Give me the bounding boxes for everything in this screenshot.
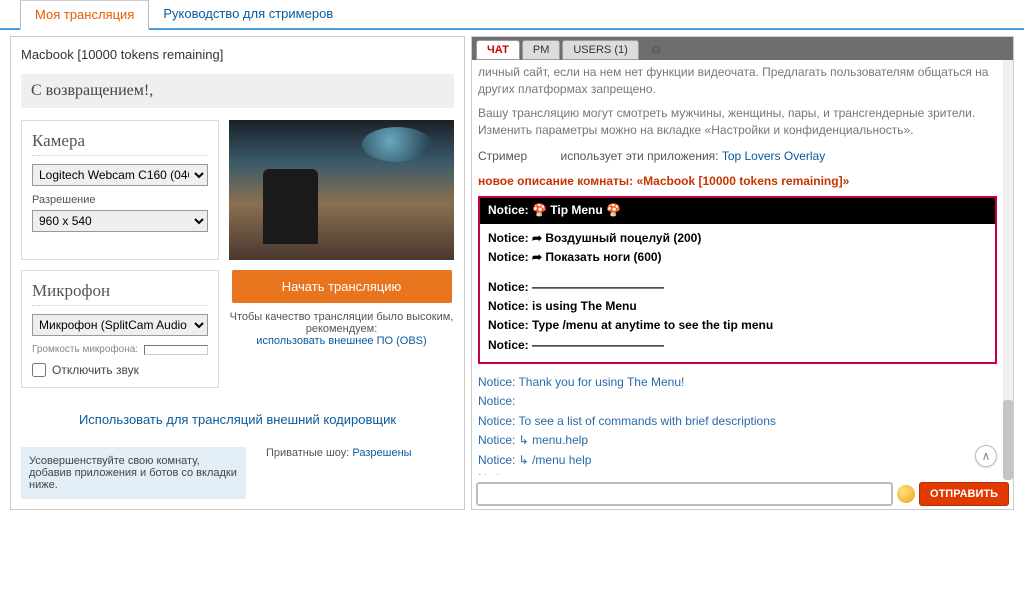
camera-controls: Камера Logitech Webcam C160 (046 Разреше… (21, 120, 219, 260)
menu-notice-block: Notice: Thank you for using The Menu! No… (478, 374, 997, 475)
chat-input[interactable] (476, 482, 893, 506)
microphone-source-select[interactable]: Микрофон (SplitCam Audio M (32, 314, 208, 336)
chat-panel: ЧАТ PM USERS (1) ⚙ личный сайт, если на … (471, 36, 1014, 510)
resolution-select[interactable]: 960 x 540 (32, 210, 208, 232)
mute-checkbox[interactable] (32, 363, 46, 377)
tip-menu-sep: Notice: ——————————— (488, 279, 987, 296)
mute-label: Отключить звук (52, 363, 139, 377)
start-broadcast-button[interactable]: Начать трансляцию (232, 270, 452, 303)
app-link[interactable]: Top Lovers Overlay (722, 149, 825, 163)
chat-tab-bar: ЧАТ PM USERS (1) ⚙ (472, 37, 1013, 60)
gear-icon[interactable]: ⚙ (645, 41, 668, 59)
chat-tab-chat[interactable]: ЧАТ (476, 40, 520, 60)
tip-menu-header: Notice: 🍄 Tip Menu 🍄 (480, 198, 995, 223)
microphone-controls: Микрофон Микрофон (SplitCam Audio M Гром… (21, 270, 219, 388)
tab-streamer-guide[interactable]: Руководство для стримеров (149, 0, 347, 28)
broadcast-panel: Macbook [10000 tokens remaining] С возвр… (10, 36, 465, 510)
mic-volume-label: Громкость микрофона: (32, 344, 138, 355)
tip-menu-box: Notice: 🍄 Tip Menu 🍄 Notice: ➦ Воздушный… (478, 196, 997, 364)
room-description-update: новое описание комнаты: «Macbook [10000 … (478, 173, 997, 190)
system-notice: личный сайт, если на нем нет функции вид… (478, 64, 997, 99)
chat-input-row: ОТПРАВИТЬ (472, 479, 1013, 509)
chat-tab-users[interactable]: USERS (1) (562, 40, 638, 60)
camera-source-select[interactable]: Logitech Webcam C160 (046 (32, 164, 208, 186)
scrollbar-thumb[interactable] (1003, 400, 1013, 480)
emoji-icon[interactable] (897, 485, 915, 503)
chat-tab-pm[interactable]: PM (522, 40, 561, 60)
system-notice: Вашу трансляцию могут смотреть мужчины, … (478, 105, 997, 140)
welcome-message: С возвращением!, (21, 74, 454, 108)
mic-volume-slider[interactable] (144, 345, 208, 355)
tip-menu-using: Notice: is using The Menu (488, 298, 987, 315)
apps-line: Стример использует эти приложения: Top L… (478, 148, 997, 165)
camera-heading: Камера (32, 131, 208, 156)
tip-menu-item: Notice: ➦ Показать ноги (600) (488, 249, 987, 266)
external-encoder-link[interactable]: Использовать для трансляций внешний коди… (21, 412, 454, 427)
room-title: Macbook [10000 tokens remaining] (21, 47, 454, 62)
resolution-label: Разрешение (32, 194, 208, 206)
improve-room-notice: Усовершенствуйте свою комнату, добавив п… (21, 447, 246, 499)
tip-menu-hint: Notice: Type /menu at anytime to see the… (488, 317, 987, 334)
tab-my-stream[interactable]: Моя трансляция (20, 0, 149, 30)
tip-menu-item: Notice: ➦ Воздушный поцелуй (200) (488, 230, 987, 247)
mute-checkbox-row[interactable]: Отключить звук (32, 363, 208, 377)
camera-preview (229, 120, 454, 260)
quality-hint: Чтобы качество трансляции было высоким, … (229, 311, 454, 347)
top-tab-bar: Моя трансляция Руководство для стримеров (0, 0, 1024, 30)
microphone-heading: Микрофон (32, 281, 208, 306)
send-button[interactable]: ОТПРАВИТЬ (919, 482, 1009, 506)
chat-scrollbar[interactable] (1003, 60, 1013, 475)
private-show-info: Приватные шоу: Разрешены (266, 447, 412, 459)
private-show-link[interactable]: Разрешены (352, 447, 411, 459)
chat-scroll-area: личный сайт, если на нем нет функции вид… (472, 60, 1003, 475)
scroll-indicator-button[interactable]: ∧ (975, 445, 997, 467)
obs-link[interactable]: использовать внешнее ПО (OBS) (256, 335, 426, 347)
tip-menu-sep: Notice: ——————————— (488, 337, 987, 354)
